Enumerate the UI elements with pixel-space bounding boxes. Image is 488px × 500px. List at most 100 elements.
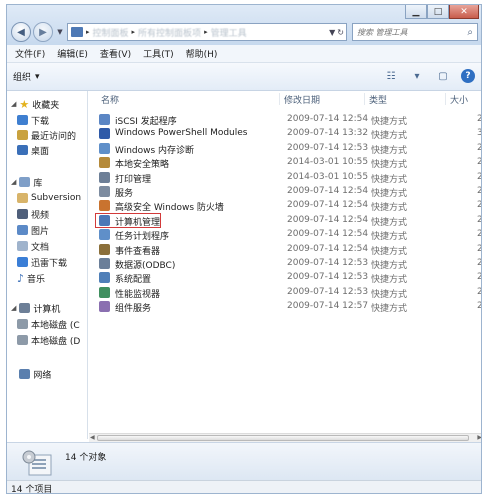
maximize-button[interactable]: □ (427, 5, 449, 19)
recent-pages-dropdown[interactable]: ▼ (55, 22, 65, 42)
scroll-left-icon[interactable]: ◀ (90, 434, 95, 441)
search-icon[interactable]: ⌕ (467, 27, 473, 38)
table-row[interactable]: 系统配置 2009-07-14 12:53快捷方式 2 (93, 271, 481, 285)
expand-arrow-icon: ◢ (11, 370, 17, 378)
table-row[interactable]: 本地安全策略 2014-03-01 10:55快捷方式 2 (93, 156, 481, 170)
close-button[interactable]: ✕ (449, 5, 479, 19)
file-size: 2 (477, 301, 481, 311)
nav-item-label: 文档 (31, 242, 50, 253)
address-dropdown-icon[interactable]: ▼ (329, 28, 335, 37)
file-type: 快捷方式 (371, 261, 408, 271)
nav-item-pictures[interactable]: 图片 (17, 223, 49, 237)
column-type[interactable]: 类型 (364, 93, 387, 106)
search-input[interactable] (357, 27, 468, 37)
help-icon: ? (465, 71, 471, 81)
file-date: 2009-07-14 12:53 (287, 142, 369, 153)
table-row[interactable]: 性能监视器 2009-07-14 12:53快捷方式 2 (93, 286, 481, 300)
menu-edit[interactable]: 编辑(E) (51, 47, 94, 60)
nav-item-downloads[interactable]: 下载 (17, 113, 49, 127)
file-size: 2 (477, 143, 481, 153)
breadcrumb-control-panel[interactable]: 控制面板 (93, 26, 129, 39)
nav-libraries[interactable]: ◢ 库 (11, 175, 42, 189)
nav-computer[interactable]: ◢ 计算机 (11, 301, 60, 315)
nav-favorites[interactable]: ◢ ★ 收藏夹 (11, 97, 59, 111)
nav-item-thunder-downloads[interactable]: 迅雷下载 (17, 255, 67, 269)
preview-pane-button[interactable]: ▢ (435, 68, 451, 84)
admin-tools-icon (22, 450, 52, 476)
nav-item-disk-c[interactable]: 本地磁盘 (C (17, 317, 80, 331)
menu-help[interactable]: 帮助(H) (180, 47, 224, 60)
organize-label: 组织 (13, 73, 32, 83)
shortcut-icon (99, 258, 110, 269)
folder-icon (71, 27, 83, 37)
file-date: 2009-07-14 12:54 (287, 214, 369, 225)
nav-item-videos[interactable]: 视频 (17, 207, 49, 221)
view-dropdown-button[interactable]: ▾ (409, 68, 425, 84)
table-row[interactable]: 事件查看器 2009-07-14 12:54快捷方式 2 (93, 243, 481, 257)
table-row[interactable]: 计算机管理 2009-07-14 12:54快捷方式 2 (93, 212, 481, 228)
subversion-folder-icon (17, 193, 28, 203)
table-row[interactable]: 数据源(ODBC) 2009-07-14 12:53快捷方式 2 (93, 257, 481, 271)
file-name: Windows 内存诊断 (115, 145, 195, 156)
nav-item-documents[interactable]: 文档 (17, 239, 49, 253)
back-arrow-icon: ◀ (17, 26, 25, 38)
file-type: 快捷方式 (371, 145, 408, 156)
navigation-pane: ◢ ★ 收藏夹 下载 最近访问的 桌面 ◢ 库 Subversion 视频 图片… (7, 91, 88, 439)
table-row[interactable]: 服务 2009-07-14 12:54快捷方式 2 (93, 185, 481, 199)
column-name[interactable]: 名称 (97, 93, 119, 106)
organize-button[interactable]: 组织 ▾ (13, 70, 40, 84)
horizontal-scrollbar[interactable]: ◀ ▶ (89, 433, 481, 442)
scrollbar-thumb[interactable] (97, 435, 469, 441)
shortcut-icon (99, 142, 110, 154)
breadcrumb-all-items[interactable]: 所有控制面板项 (138, 26, 201, 39)
file-name: 任务计划程序 (115, 232, 170, 243)
menu-view[interactable]: 查看(V) (94, 47, 137, 60)
table-row[interactable]: iSCSI 发起程序 2009-07-14 12:54快捷方式 2 (93, 113, 481, 127)
table-row[interactable]: Windows 内存诊断 2009-07-14 12:53快捷方式 2 (93, 142, 481, 156)
nav-item-label: 音乐 (27, 274, 46, 285)
view-options-button[interactable]: ☷ (383, 68, 399, 84)
chevron-right-icon: ▸ (131, 28, 136, 36)
file-name: iSCSI 发起程序 (115, 117, 177, 127)
music-icon: ♪ (17, 271, 25, 285)
file-size: 3 (477, 128, 481, 138)
object-count: 14 个对象 (65, 453, 107, 463)
file-name: 系统配置 (115, 275, 152, 286)
table-row[interactable]: 打印管理 2014-03-01 10:55快捷方式 2 (93, 171, 481, 185)
nav-item-recent[interactable]: 最近访问的 (17, 128, 76, 142)
back-button[interactable]: ◀ (11, 22, 31, 42)
menu-file[interactable]: 文件(F) (9, 47, 51, 60)
shortcut-icon (99, 301, 110, 313)
scroll-right-icon[interactable]: ▶ (477, 434, 481, 441)
menu-tools[interactable]: 工具(T) (137, 47, 180, 60)
shortcut-icon (99, 272, 110, 284)
explorer-window: ▁ □ ✕ ◀ ▶ ▼ ▸ 控制面板 ▸ 所有控制面板项 ▸ 管理工具 ▼ ↻ … (6, 4, 482, 494)
minimize-button[interactable]: ▁ (405, 5, 427, 19)
address-bar[interactable]: ▸ 控制面板 ▸ 所有控制面板项 ▸ 管理工具 ▼ ↻ (67, 23, 347, 41)
table-row[interactable]: Windows PowerShell Modules 2009-07-14 13:… (93, 127, 481, 141)
file-size: 2 (477, 244, 481, 254)
nav-item-disk-d[interactable]: 本地磁盘 (D (17, 333, 80, 347)
help-button[interactable]: ? (461, 69, 475, 83)
column-date[interactable]: 修改日期 (279, 93, 320, 106)
nav-item-desktop[interactable]: 桌面 (17, 143, 49, 157)
file-size: 2 (477, 157, 481, 167)
expand-arrow-icon[interactable]: ◢ (11, 178, 16, 186)
nav-network[interactable]: ◢ 网络 (11, 367, 51, 381)
nav-item-music[interactable]: ♪ 音乐 (17, 271, 45, 285)
shortcut-icon (99, 186, 110, 197)
table-row[interactable]: 高级安全 Windows 防火墙 2009-07-14 12:54快捷方式 2 (93, 199, 481, 213)
nav-item-subversion[interactable]: Subversion (17, 191, 81, 205)
file-type: 快捷方式 (371, 232, 408, 243)
forward-button[interactable]: ▶ (33, 22, 53, 42)
pictures-icon (17, 225, 28, 235)
column-size[interactable]: 大小 (445, 93, 468, 106)
file-type: 快捷方式 (371, 117, 408, 127)
expand-arrow-icon[interactable]: ◢ (11, 100, 16, 108)
expand-arrow-icon[interactable]: ◢ (11, 304, 16, 312)
refresh-icon[interactable]: ↻ (337, 28, 344, 37)
table-row[interactable]: 任务计划程序 2009-07-14 12:54快捷方式 2 (93, 228, 481, 242)
breadcrumb-admin-tools[interactable]: 管理工具 (211, 26, 247, 39)
table-row[interactable]: 组件服务 2009-07-14 12:57快捷方式 2 (93, 300, 481, 314)
file-size: 2 (477, 287, 481, 297)
